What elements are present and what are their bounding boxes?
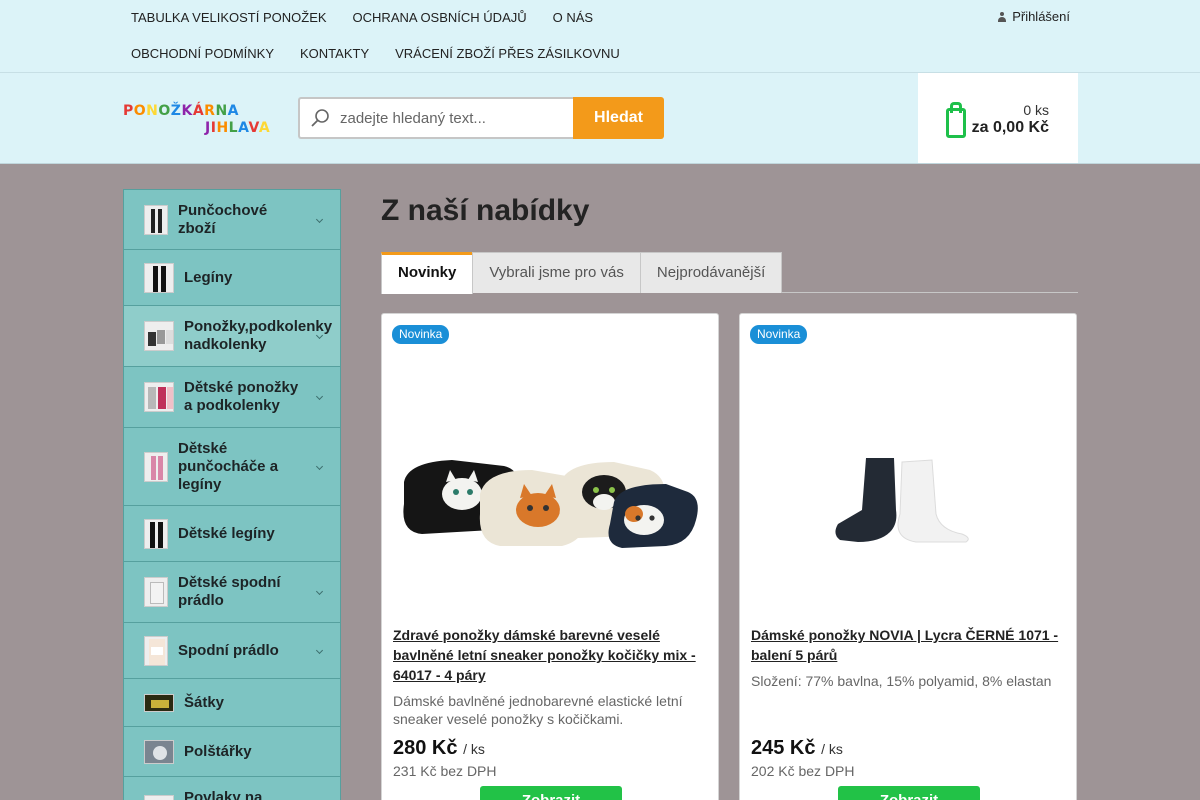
product-price: 245 Kč / ks xyxy=(751,737,843,760)
tab-recommended[interactable]: Vybrali jsme pro vás xyxy=(472,252,641,293)
sidebar-item-label: Šátky xyxy=(184,693,225,711)
product-detail-button[interactable]: Zobrazit xyxy=(480,786,622,800)
user-icon xyxy=(998,12,1007,22)
category-thumbnail xyxy=(144,382,174,412)
search-box xyxy=(298,97,573,139)
product-price: 280 Kč / ks xyxy=(393,737,485,760)
nav-contacts[interactable]: KONTAKTY xyxy=(287,36,382,72)
top-nav-row-2: OBCHODNÍ PODMÍNKY KONTAKTY VRÁCENÍ ZBOŽÍ… xyxy=(118,36,633,72)
product-name[interactable]: Dámské ponožky NOVIA | Lycra ČERNÉ 1071 … xyxy=(751,625,1067,665)
sidebar-item-label: Spodní prádlo xyxy=(178,641,279,659)
sidebar-item-label: Dětské punčocháče a legíny xyxy=(178,439,279,493)
sidebar-item-hosiery[interactable]: Punčochové zboží xyxy=(124,190,340,250)
sidebar-item-label: Legíny xyxy=(184,268,233,286)
tab-new[interactable]: Novinky xyxy=(381,252,474,294)
price-value: 280 Kč xyxy=(393,737,458,759)
category-thumbnail xyxy=(144,739,174,764)
sidebar-item-kids-leggings[interactable]: Dětské legíny xyxy=(124,506,340,562)
sidebar-item-kids-tights[interactable]: Dětské punčocháče a legíny xyxy=(124,428,340,506)
sidebar-item-covers[interactable]: Povlaky na xyxy=(124,777,340,800)
product-description: Dámské bavlněné jednobarevné elastické l… xyxy=(393,693,683,727)
nav-privacy[interactable]: OCHRANA OSBNÍCH ÚDAJŮ xyxy=(340,0,540,36)
nav-terms[interactable]: OBCHODNÍ PODMÍNKY xyxy=(118,36,287,72)
chevron-down-icon xyxy=(315,646,324,654)
cart-total: za 0,00 Kč xyxy=(971,119,1049,136)
new-badge: Novinka xyxy=(392,325,450,344)
category-thumbnail xyxy=(144,577,168,607)
product-image[interactable] xyxy=(740,374,1077,614)
product-tabs: Novinky Vybrali jsme pro vás Nejprodávan… xyxy=(381,252,1078,294)
site-header: PONOŽKÁRNA JIHLAVA Hledat 0 ks za 0,00 K… xyxy=(0,73,1200,164)
search-input[interactable] xyxy=(340,109,560,127)
sidebar-item-scarves[interactable]: Šátky xyxy=(124,679,340,727)
sidebar-item-label: Dětské ponožky a podkolenky xyxy=(184,379,299,414)
product-card[interactable]: Novinka Dámské ponožky NOVIA | Lycra ČER… xyxy=(739,313,1077,800)
category-thumbnail xyxy=(144,635,168,666)
product-detail-button[interactable]: Zobrazit xyxy=(838,786,980,800)
product-card[interactable]: Novinka Zdravé ponožky dámské barevné ve… xyxy=(381,313,719,800)
category-thumbnail xyxy=(144,204,168,235)
search-icon xyxy=(311,109,329,127)
cart-count: 0 ks xyxy=(1023,102,1049,118)
sidebar-item-kids-socks[interactable]: Dětské ponožky a podkolenky xyxy=(124,367,340,428)
price-unit: / ks xyxy=(821,741,843,757)
chevron-down-icon xyxy=(315,215,324,223)
category-thumbnail xyxy=(144,693,174,712)
nav-about[interactable]: O NÁS xyxy=(540,0,606,36)
login-link[interactable]: Přihlášení xyxy=(998,0,1070,34)
category-thumbnail xyxy=(144,795,174,800)
product-description: Složení: 77% bavlna, 15% polyamid, 8% el… xyxy=(751,673,1052,689)
chevron-down-icon xyxy=(315,587,324,596)
product-price-net: 202 Kč bez DPH xyxy=(751,763,855,779)
product-name[interactable]: Zdravé ponožky dámské barevné veselé bav… xyxy=(393,625,709,685)
site-logo[interactable]: PONOŽKÁRNA JIHLAVA xyxy=(123,101,283,137)
sidebar-item-underwear[interactable]: Spodní prádlo xyxy=(124,623,340,679)
chevron-down-icon xyxy=(315,392,324,401)
category-sidebar: Punčochové zboží Legíny Ponožky,podkolen… xyxy=(123,189,341,800)
sidebar-item-label: Punčochové zboží xyxy=(178,201,268,237)
svg-text:JIHLAVA: JIHLAVA xyxy=(204,120,270,136)
shopping-bag-icon xyxy=(946,102,966,138)
top-nav-row-1: TABULKA VELIKOSTÍ PONOŽEK OCHRANA OSBNÍC… xyxy=(118,0,606,36)
login-label: Přihlášení xyxy=(1012,9,1070,24)
price-unit: / ks xyxy=(463,741,485,757)
chevron-down-icon xyxy=(315,462,324,470)
sidebar-item-label: Dětské legíny xyxy=(178,524,275,542)
page-title: Z naší nabídky xyxy=(381,194,590,227)
new-badge: Novinka xyxy=(750,325,808,344)
nav-sock-size-table[interactable]: TABULKA VELIKOSTÍ PONOŽEK xyxy=(118,0,340,36)
top-navigation: TABULKA VELIKOSTÍ PONOŽEK OCHRANA OSBNÍC… xyxy=(0,0,1200,73)
sidebar-item-kids-underwear[interactable]: Dětské spodní prádlo xyxy=(124,562,340,623)
svg-text:PONOŽKÁRNA: PONOŽKÁRNA xyxy=(123,102,239,119)
tab-bestsellers[interactable]: Nejprodávanější xyxy=(639,252,783,293)
category-thumbnail xyxy=(144,262,174,293)
sidebar-item-leggings[interactable]: Legíny xyxy=(124,250,340,306)
search-button[interactable]: Hledat xyxy=(573,97,664,139)
category-thumbnail xyxy=(144,518,168,549)
sidebar-item-socks[interactable]: Ponožky,podkolenky nadkolenky xyxy=(124,306,340,367)
sidebar-item-pillows[interactable]: Polštářky xyxy=(124,727,340,777)
product-price-net: 231 Kč bez DPH xyxy=(393,763,497,779)
category-thumbnail xyxy=(144,321,174,351)
cart-widget[interactable]: 0 ks za 0,00 Kč xyxy=(918,73,1078,163)
logo-wordmark: PONOŽKÁRNA JIHLAVA xyxy=(123,102,270,136)
category-thumbnail xyxy=(144,451,168,482)
sidebar-item-label: Polštářky xyxy=(184,742,252,760)
sidebar-item-label: Povlaky na xyxy=(184,789,263,800)
product-image[interactable] xyxy=(382,374,719,614)
search-form: Hledat xyxy=(298,97,664,139)
price-value: 245 Kč xyxy=(751,737,816,759)
sidebar-item-label: Dětské spodní prádlo xyxy=(178,574,281,609)
nav-returns[interactable]: VRÁCENÍ ZBOŽÍ PŘES ZÁSILKOVNU xyxy=(382,36,633,72)
